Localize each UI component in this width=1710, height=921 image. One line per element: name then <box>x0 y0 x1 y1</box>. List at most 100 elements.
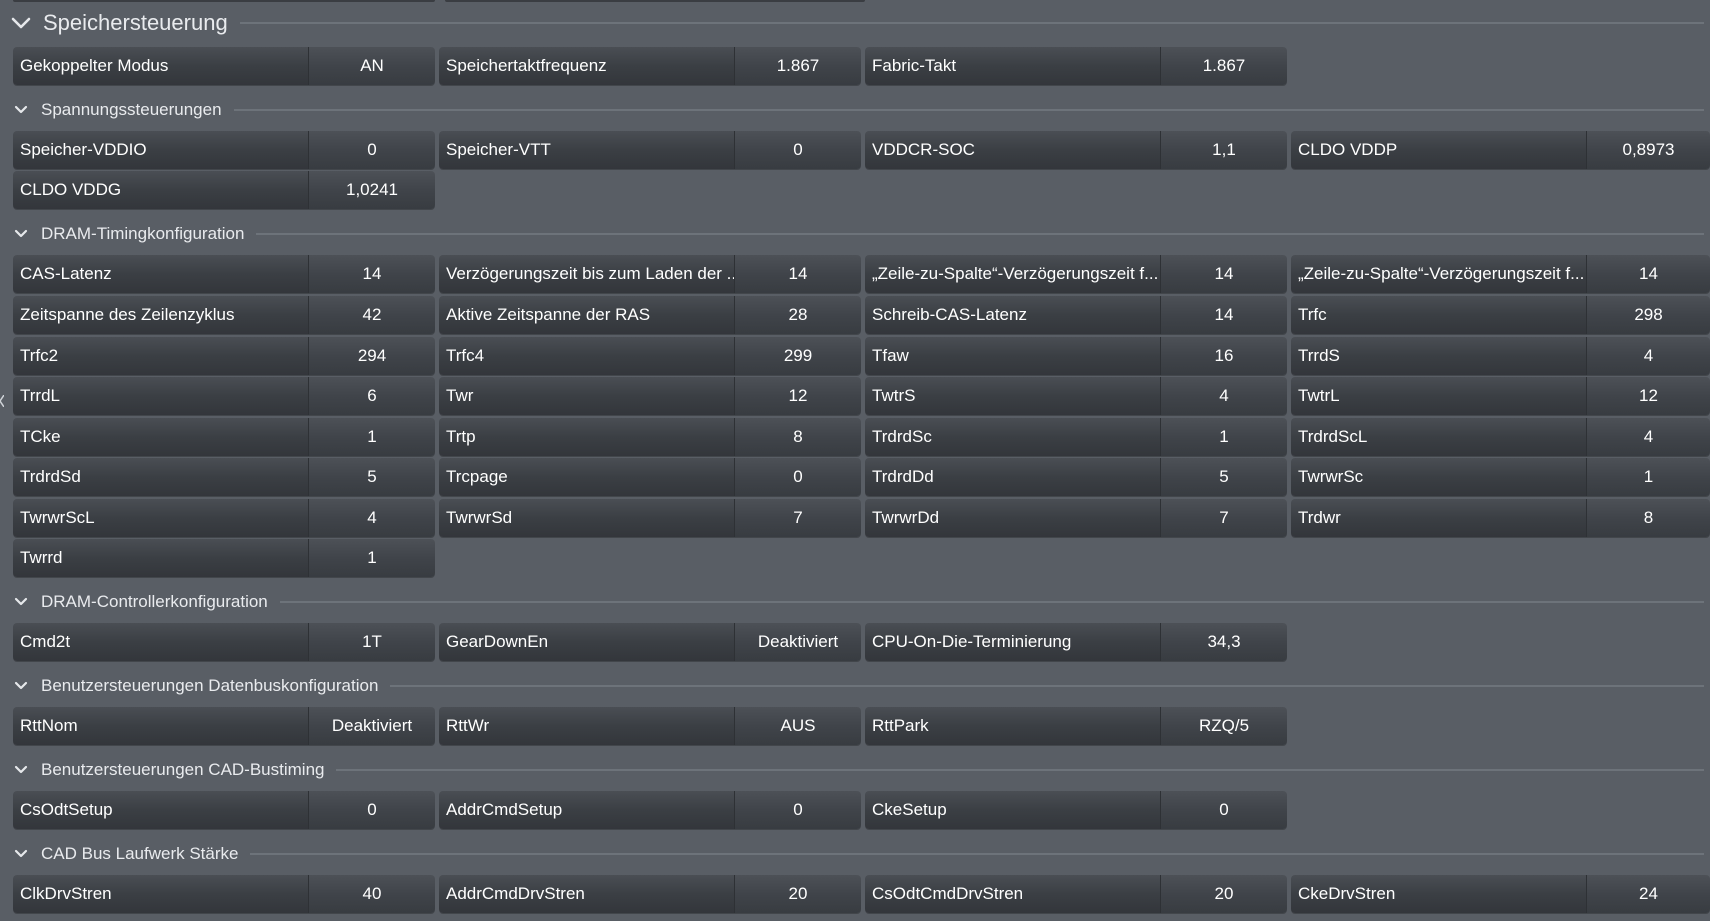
chevron-down-icon[interactable] <box>11 761 31 779</box>
setting-value[interactable]: AN <box>308 47 435 85</box>
setting-speichertaktfrequenz[interactable]: Speichertaktfrequenz 1.867 <box>439 47 861 85</box>
setting-value[interactable]: 4 <box>1586 418 1710 456</box>
setting-field[interactable]: TwtrL 12 <box>1291 377 1710 415</box>
setting-value[interactable]: 40 <box>308 875 435 913</box>
setting-value[interactable]: 24 <box>1586 875 1710 913</box>
setting-value[interactable]: 0 <box>308 791 435 829</box>
setting-field[interactable]: Tfaw 16 <box>865 337 1287 375</box>
setting-value[interactable]: 1 <box>1586 458 1710 496</box>
setting-value[interactable]: 299 <box>734 337 861 375</box>
setting-field[interactable]: TwrwrScL 4 <box>13 499 435 537</box>
setting-value[interactable]: 12 <box>734 377 861 415</box>
setting-field[interactable]: TwrwrSc 1 <box>1291 458 1710 496</box>
setting-field[interactable]: RttNom Deaktiviert <box>13 707 435 745</box>
setting-value[interactable]: 0 <box>734 791 861 829</box>
setting-value[interactable]: 4 <box>1160 377 1287 415</box>
setting-field[interactable]: Twrrd 1 <box>13 539 435 577</box>
setting-field[interactable]: CkeSetup 0 <box>865 791 1287 829</box>
setting-field[interactable]: Cmd2t 1T <box>13 623 435 661</box>
setting-value[interactable]: 14 <box>1160 255 1287 293</box>
collapse-handle-icon[interactable] <box>0 395 4 407</box>
setting-field[interactable]: TCke 1 <box>13 418 435 456</box>
section-header-dram-controller[interactable]: DRAM-Controllerkonfiguration <box>11 592 1710 612</box>
setting-value[interactable]: 20 <box>1160 875 1287 913</box>
setting-field[interactable]: CsOdtSetup 0 <box>13 791 435 829</box>
section-header-datenbus[interactable]: Benutzersteuerungen Datenbuskonfiguratio… <box>11 676 1710 696</box>
setting-value[interactable]: 1,1 <box>1160 131 1287 169</box>
setting-field[interactable]: TrrdL 6 <box>13 377 435 415</box>
setting-value[interactable]: 8 <box>734 418 861 456</box>
setting-field[interactable]: TrrdS 4 <box>1291 337 1710 375</box>
setting-field[interactable]: Trcpage 0 <box>439 458 861 496</box>
setting-field[interactable]: TwrwrSd 7 <box>439 499 861 537</box>
setting-value[interactable]: 14 <box>734 255 861 293</box>
setting-value[interactable]: AUS <box>734 707 861 745</box>
section-header-spannungssteuerungen[interactable]: Spannungssteuerungen <box>11 100 1710 120</box>
chevron-down-icon[interactable] <box>11 225 31 243</box>
setting-value[interactable]: 4 <box>1586 337 1710 375</box>
setting-field[interactable]: Twr 12 <box>439 377 861 415</box>
setting-value[interactable]: 0 <box>308 131 435 169</box>
chevron-down-icon[interactable] <box>11 845 31 863</box>
setting-field[interactable]: TrdrdSd 5 <box>13 458 435 496</box>
setting-field[interactable]: Aktive Zeitspanne der RAS 28 <box>439 296 861 334</box>
setting-field[interactable]: TrdrdScL 4 <box>1291 418 1710 456</box>
setting-value[interactable]: 5 <box>308 458 435 496</box>
setting-value[interactable]: 1,0241 <box>308 171 435 209</box>
setting-fabric-takt[interactable]: Fabric-Takt 1.867 <box>865 47 1287 85</box>
setting-field[interactable]: CPU-On-Die-Terminierung 34,3 <box>865 623 1287 661</box>
setting-field[interactable]: CkeDrvStren 24 <box>1291 875 1710 913</box>
setting-field[interactable]: Trdwr 8 <box>1291 499 1710 537</box>
setting-value[interactable]: 1T <box>308 623 435 661</box>
setting-field[interactable]: CAS-Latenz 14 <box>13 255 435 293</box>
setting-value[interactable]: RZQ/5 <box>1160 707 1287 745</box>
setting-value[interactable]: 294 <box>308 337 435 375</box>
setting-value[interactable]: 14 <box>308 255 435 293</box>
section-header-cad-bustiming[interactable]: Benutzersteuerungen CAD-Bustiming <box>11 760 1710 780</box>
setting-value[interactable]: 7 <box>734 499 861 537</box>
section-header-speichersteuerung[interactable]: Speichersteuerung <box>11 9 1710 37</box>
setting-field[interactable]: Schreib-CAS-Latenz 14 <box>865 296 1287 334</box>
setting-value[interactable]: 4 <box>308 499 435 537</box>
chevron-down-icon[interactable] <box>11 14 31 32</box>
setting-field[interactable]: TwtrS 4 <box>865 377 1287 415</box>
setting-field[interactable]: Speicher-VDDIO 0 <box>13 131 435 169</box>
setting-field[interactable]: CLDO VDDG 1,0241 <box>13 171 435 209</box>
setting-value[interactable]: 12 <box>1586 377 1710 415</box>
section-header-cad-strength[interactable]: CAD Bus Laufwerk Stärke <box>11 844 1710 864</box>
setting-field[interactable]: RttPark RZQ/5 <box>865 707 1287 745</box>
setting-field[interactable]: GearDownEn Deaktiviert <box>439 623 861 661</box>
setting-value[interactable]: 298 <box>1586 296 1710 334</box>
setting-value[interactable]: 1.867 <box>1160 47 1287 85</box>
setting-field[interactable]: VDDCR-SOC 1,1 <box>865 131 1287 169</box>
setting-value[interactable]: Deaktiviert <box>734 623 861 661</box>
section-header-dram-timing[interactable]: DRAM-Timingkonfiguration <box>11 224 1710 244</box>
setting-field[interactable]: TwrwrDd 7 <box>865 499 1287 537</box>
setting-field[interactable]: AddrCmdDrvStren 20 <box>439 875 861 913</box>
setting-field[interactable]: CsOdtCmdDrvStren 20 <box>865 875 1287 913</box>
setting-field[interactable]: Trfc4 299 <box>439 337 861 375</box>
setting-field[interactable]: Speicher-VTT 0 <box>439 131 861 169</box>
setting-value[interactable]: 1 <box>1160 418 1287 456</box>
chevron-down-icon[interactable] <box>11 677 31 695</box>
setting-field[interactable]: „Zeile-zu-Spalte“-Verzögerungszeit f... 1… <box>865 255 1287 293</box>
setting-value[interactable]: 14 <box>1160 296 1287 334</box>
chevron-down-icon[interactable] <box>11 593 31 611</box>
setting-value[interactable]: 1 <box>308 418 435 456</box>
setting-gekoppelter-modus[interactable]: Gekoppelter Modus AN <box>13 47 435 85</box>
setting-value[interactable]: 34,3 <box>1160 623 1287 661</box>
setting-value[interactable]: 0 <box>1160 791 1287 829</box>
setting-field[interactable]: AddrCmdSetup 0 <box>439 791 861 829</box>
setting-field[interactable]: CLDO VDDP 0,8973 <box>1291 131 1710 169</box>
setting-field[interactable]: RttWr AUS <box>439 707 861 745</box>
setting-field[interactable]: Zeitspanne des Zeilenzyklus 42 <box>13 296 435 334</box>
setting-value[interactable]: Deaktiviert <box>308 707 435 745</box>
setting-field[interactable]: Trfc2 294 <box>13 337 435 375</box>
setting-value[interactable]: 6 <box>308 377 435 415</box>
setting-value[interactable]: 20 <box>734 875 861 913</box>
setting-value[interactable]: 1 <box>308 539 435 577</box>
setting-field[interactable]: ClkDrvStren 40 <box>13 875 435 913</box>
setting-field[interactable]: Trfc 298 <box>1291 296 1710 334</box>
setting-field[interactable]: TrdrdDd 5 <box>865 458 1287 496</box>
setting-field[interactable]: Trtp 8 <box>439 418 861 456</box>
